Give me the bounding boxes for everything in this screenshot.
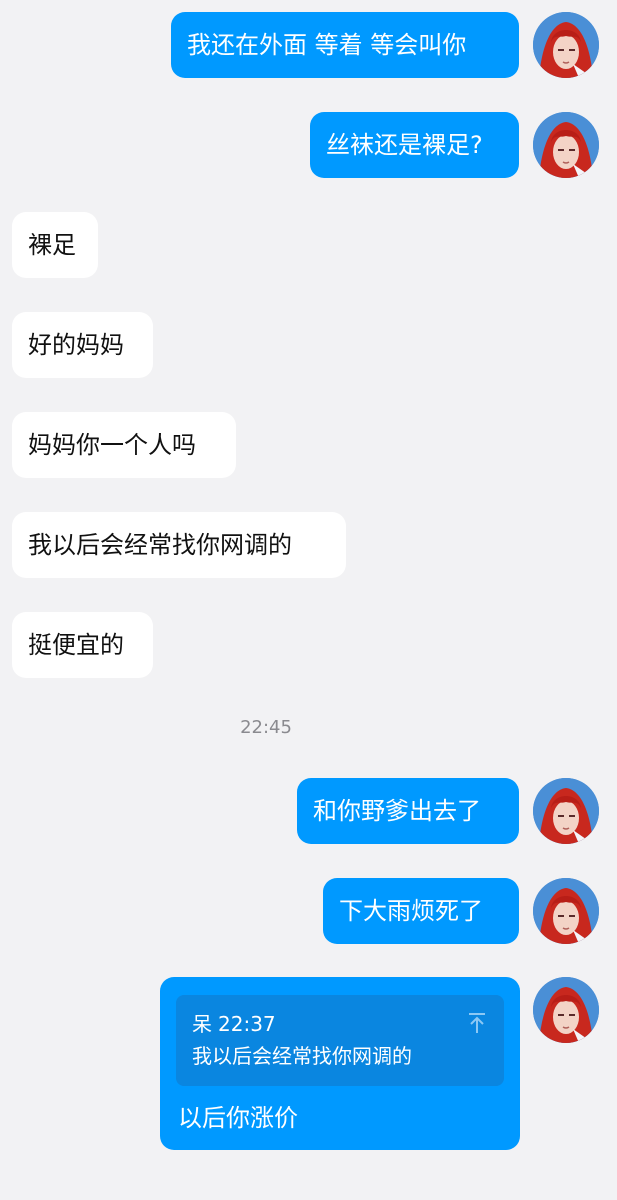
red-haired-anime-avatar-icon [533,112,599,178]
quote-time: 22:37 [218,1012,276,1036]
incoming-message-bubble[interactable]: 我以后会经常找你网调的 [12,512,346,578]
avatar[interactable] [533,778,599,844]
avatar[interactable] [533,12,599,78]
avatar[interactable] [533,878,599,944]
outgoing-message-bubble[interactable]: 丝袜还是裸足? [310,112,519,178]
jump-to-original-icon[interactable] [466,1011,488,1035]
chat-thread: 我还在外面 等着 等会叫你 丝袜还是裸足? 裸足 好的妈妈 妈妈你一个人吗 我以… [0,0,617,1200]
outgoing-message-bubble[interactable]: 和你野爹出去了 [297,778,519,844]
incoming-message-bubble[interactable]: 好的妈妈 [12,312,153,378]
message-text: 我还在外面 等着 等会叫你 [187,31,467,59]
outgoing-message-bubble[interactable]: 下大雨烦死了 [323,878,519,944]
red-haired-anime-avatar-icon [533,12,599,78]
quote-header: 呆 22:37 [192,1011,276,1037]
message-text: 裸足 [28,231,76,259]
avatar[interactable] [533,977,599,1043]
quoted-reply-bubble[interactable]: 呆 22:37 我以后会经常找你网调的 以后你涨价 [160,977,520,1150]
message-text: 下大雨烦死了 [339,897,483,925]
outgoing-message-bubble[interactable]: 我还在外面 等着 等会叫你 [171,12,519,78]
reply-text: 以后你涨价 [178,1104,298,1132]
avatar[interactable] [533,112,599,178]
quoted-message-box[interactable]: 呆 22:37 我以后会经常找你网调的 [176,995,504,1086]
message-text: 妈妈你一个人吗 [28,431,196,459]
incoming-message-bubble[interactable]: 挺便宜的 [12,612,153,678]
message-timestamp: 22:45 [240,717,292,738]
incoming-message-bubble[interactable]: 妈妈你一个人吗 [12,412,236,478]
message-text: 我以后会经常找你网调的 [28,531,292,559]
message-text: 挺便宜的 [28,631,124,659]
quote-text: 我以后会经常找你网调的 [192,1044,412,1068]
message-text: 丝袜还是裸足? [326,131,483,159]
red-haired-anime-avatar-icon [533,878,599,944]
incoming-message-bubble[interactable]: 裸足 [12,212,98,278]
message-text: 好的妈妈 [28,331,124,359]
message-text: 和你野爹出去了 [313,797,481,825]
red-haired-anime-avatar-icon [533,977,599,1043]
quote-sender: 呆 [192,1012,212,1036]
red-haired-anime-avatar-icon [533,778,599,844]
